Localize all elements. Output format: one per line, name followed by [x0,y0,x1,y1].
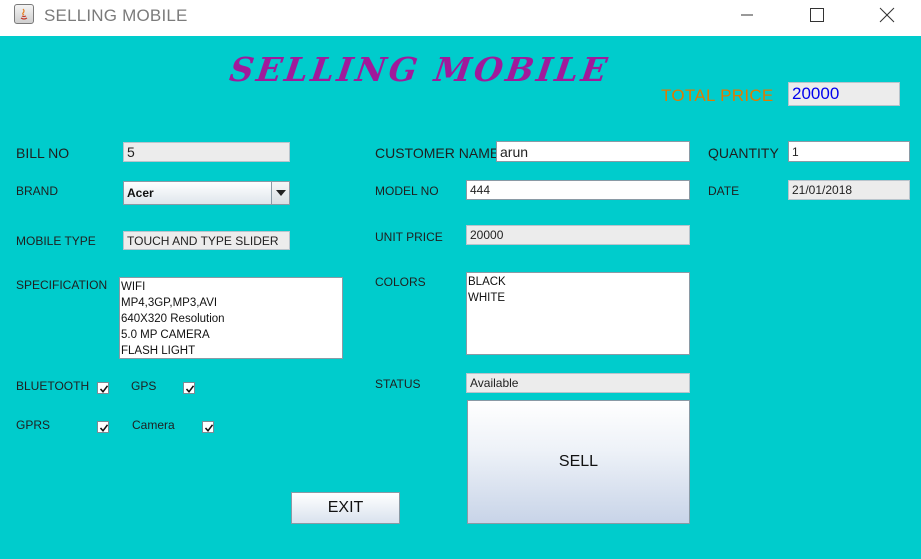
bill-no-field[interactable]: 5 [123,142,290,162]
list-item[interactable]: FLASH LIGHT [121,343,341,358]
customer-name-label: CUSTOMER NAME [375,145,500,161]
camera-label: Camera [132,418,175,432]
close-icon [879,7,895,23]
bluetooth-label: BLUETOOTH [16,379,90,393]
camera-checkbox[interactable] [202,421,214,433]
maximize-icon [810,8,824,22]
total-price-label: TOTAL PRICE [661,86,774,105]
list-item[interactable]: 5.0 MP CAMERA [121,327,341,343]
model-no-label: MODEL NO [375,184,439,198]
content-panel: SELLING MOBILE TOTAL PRICE 20000 BILL NO… [0,36,921,559]
list-item[interactable]: WIFI [121,279,341,295]
sell-button[interactable]: SELL [467,400,690,524]
chevron-down-icon [276,190,286,196]
gprs-checkbox[interactable] [97,421,109,433]
gps-checkbox[interactable] [183,382,195,394]
specification-label: SPECIFICATION [16,278,108,292]
list-item[interactable]: MP4,3GP,MP3,AVI [121,295,341,311]
exit-button[interactable]: EXIT [291,492,400,524]
list-item[interactable]: 640X320 Resolution [121,311,341,327]
unit-price-label: UNIT PRICE [375,230,443,244]
java-app-icon [14,4,34,24]
checkmark-icon [204,424,214,433]
date-label: DATE [708,184,740,198]
brand-label: BRAND [16,184,59,198]
colors-label: COLORS [375,275,426,289]
unit-price-field[interactable]: 20000 [466,225,690,245]
list-item[interactable]: WHITE [468,290,688,306]
gprs-label: GPRS [16,418,51,432]
quantity-label: QUANTITY [708,145,779,161]
brand-selected-value: Acer [127,186,154,200]
close-button[interactable] [864,0,910,30]
list-item[interactable]: BLACK [468,274,688,290]
mobile-type-field[interactable]: TOUCH AND TYPE SLIDER [123,231,290,250]
minimize-button[interactable] [724,0,770,30]
window-title: SELLING MOBILE [44,6,188,25]
status-field[interactable]: Available [466,373,690,393]
total-price-field[interactable]: 20000 [788,82,900,106]
gps-label: GPS [131,379,157,393]
brand-select[interactable]: Acer [123,181,290,205]
checkmark-icon [185,385,195,394]
title-bar: SELLING MOBILE [0,0,921,30]
specification-list[interactable]: WIFI MP4,3GP,MP3,AVI 640X320 Resolution … [119,277,343,359]
status-label: STATUS [375,377,421,391]
mobile-type-label: MOBILE TYPE [16,234,96,248]
page-headline: SELLING MOBILE [227,50,613,89]
maximize-button[interactable] [794,0,840,30]
checkmark-icon [99,385,109,394]
minimize-icon [741,14,753,16]
date-field[interactable]: 21/01/2018 [788,180,910,200]
colors-list[interactable]: BLACK WHITE [466,272,690,355]
model-no-input[interactable]: 444 [466,180,690,200]
bill-no-label: BILL NO [16,145,70,161]
checkmark-icon [99,424,109,433]
customer-name-input[interactable]: arun [496,141,690,162]
bluetooth-checkbox[interactable] [97,382,109,394]
brand-dropdown-button[interactable] [271,182,289,204]
quantity-input[interactable]: 1 [788,141,910,162]
